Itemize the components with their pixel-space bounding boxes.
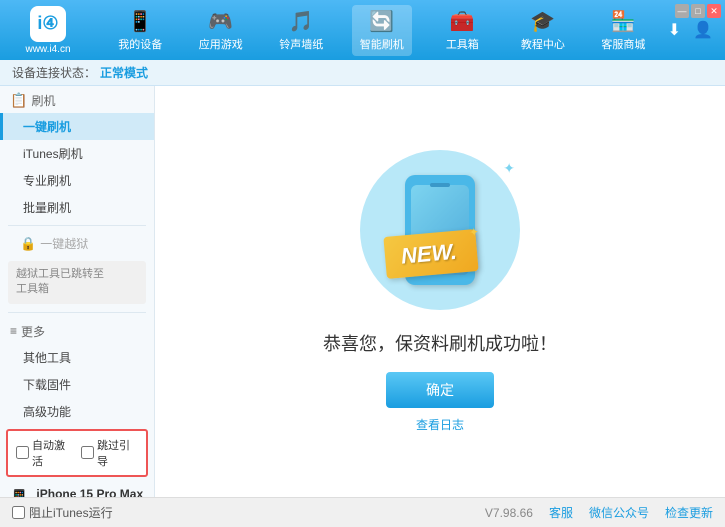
nav-my-device-label: 我的设备	[118, 36, 162, 52]
sub-header-prefix: 设备连接状态：	[12, 64, 96, 81]
flash-category-icon: 📋	[10, 92, 27, 109]
sidebar: 📋 刷机 一键刷机 iTunes刷机 专业刷机 批量刷机 🔒	[0, 86, 155, 497]
nav-toolbox-label: 工具箱	[446, 36, 479, 52]
nav-bar: 📱 我的设备 🎮 应用游戏 🎵 铃声墙纸 🔄 智能刷机 🧰 工具箱 🎓	[100, 5, 664, 56]
sub-header-mode: 正常模式	[100, 64, 148, 81]
more-category-icon: ≡	[10, 324, 17, 338]
close-button[interactable]: ✕	[707, 4, 721, 18]
device-name: iPhone 15 Pro Max	[36, 487, 143, 497]
confirm-button[interactable]: 确定	[386, 372, 494, 408]
sparkles-decoration: ✦	[503, 160, 515, 177]
service-icon: 🏪	[611, 9, 636, 34]
new-banner: NEW. ✦	[383, 229, 478, 279]
nav-tutorial[interactable]: 🎓 教程中心	[513, 5, 573, 56]
nav-app-games-label: 应用游戏	[199, 36, 243, 52]
new-stars-decoration: ✦	[468, 225, 479, 240]
guide-activate-label[interactable]: 跳过引导	[81, 437, 138, 469]
main-layout: 📋 刷机 一键刷机 iTunes刷机 专业刷机 批量刷机 🔒	[0, 86, 725, 497]
ringtone-icon: 🎵	[289, 9, 314, 34]
device-info: 📱 iPhone 15 Pro Max 512GB iPhone	[0, 481, 154, 497]
sidebar-download-fw[interactable]: 下载固件	[0, 371, 154, 398]
nav-ringtone[interactable]: 🎵 铃声墙纸	[271, 5, 331, 56]
logo-text: www.i4.cn	[25, 44, 70, 55]
auto-activate-checkbox[interactable]	[16, 446, 29, 459]
nav-service[interactable]: 🏪 客服商城	[593, 5, 653, 56]
itunes-check-label[interactable]: 阻止iTunes运行	[12, 504, 113, 521]
logo: i④ www.i4.cn	[8, 6, 88, 55]
device-phone-icon: 📱	[8, 489, 30, 497]
nav-service-label: 客服商城	[601, 36, 645, 52]
sidebar-batch-flash[interactable]: 批量刷机	[0, 194, 154, 221]
new-text: NEW.	[400, 239, 458, 269]
status-bar: 阻止iTunes运行 V7.98.66 客服 微信公众号 检查更新	[0, 497, 725, 527]
check-update-link[interactable]: 检查更新	[665, 504, 713, 521]
customer-service-link[interactable]: 客服	[549, 504, 573, 521]
nav-my-device[interactable]: 📱 我的设备	[110, 5, 170, 56]
device-text: iPhone 15 Pro Max 512GB iPhone	[36, 487, 143, 497]
smart-flash-icon: 🔄	[369, 9, 394, 34]
logo-icon: i④	[30, 6, 66, 42]
phone-circle: ✦ NEW. ✦	[360, 150, 520, 310]
more-category: ≡ 更多	[0, 317, 154, 344]
my-device-icon: 📱	[128, 9, 153, 34]
itunes-label: 阻止iTunes运行	[29, 504, 113, 521]
header-right: ⬇ 👤	[664, 16, 717, 44]
nav-ringtone-label: 铃声墙纸	[279, 36, 323, 52]
sidebar-jailbreak-disabled: 🔒 一键越狱	[0, 230, 154, 257]
content-area: ✦ NEW. ✦ 恭喜您，保资料刷机成功啦！	[155, 86, 725, 497]
phone-notch	[430, 183, 450, 187]
sidebar-notice: 越狱工具已跳转至工具箱	[8, 261, 146, 304]
success-message: 恭喜您，保资料刷机成功啦！	[323, 330, 557, 356]
sidebar-advanced[interactable]: 高级功能	[0, 398, 154, 425]
tutorial-icon: 🎓	[530, 9, 555, 34]
status-bar-right: V7.98.66 客服 微信公众号 检查更新	[485, 504, 713, 521]
view-log-link[interactable]: 查看日志	[416, 416, 464, 433]
header: i④ www.i4.cn 📱 我的设备 🎮 应用游戏 🎵 铃声墙纸 🔄 智能刷机…	[0, 0, 725, 60]
maximize-button[interactable]: □	[691, 4, 705, 18]
sidebar-one-key-flash[interactable]: 一键刷机	[0, 113, 154, 140]
auto-activate-row: 自动激活 跳过引导	[6, 429, 148, 477]
sidebar-divider-1	[8, 225, 146, 226]
version-label: V7.98.66	[485, 506, 533, 520]
auto-activate-label[interactable]: 自动激活	[16, 437, 73, 469]
sidebar-itunes-flash[interactable]: iTunes刷机	[0, 140, 154, 167]
nav-smart-flash-label: 智能刷机	[360, 36, 404, 52]
status-bar-left: 阻止iTunes运行	[12, 504, 469, 521]
toolbox-icon: 🧰	[450, 9, 475, 34]
nav-app-games[interactable]: 🎮 应用游戏	[191, 5, 251, 56]
guide-activate-checkbox[interactable]	[81, 446, 94, 459]
sidebar-divider-2	[8, 312, 146, 313]
nav-tutorial-label: 教程中心	[521, 36, 565, 52]
sidebar-pro-flash[interactable]: 专业刷机	[0, 167, 154, 194]
flash-category: 📋 刷机	[0, 86, 154, 113]
sidebar-bottom: 自动激活 跳过引导 📱 iPhone 15 Pro Max 512GB iPho…	[0, 425, 154, 497]
flash-section: 📋 刷机 一键刷机 iTunes刷机 专业刷机 批量刷机	[0, 86, 154, 221]
minimize-button[interactable]: —	[675, 4, 689, 18]
nav-smart-flash[interactable]: 🔄 智能刷机	[352, 5, 412, 56]
more-category-label: 更多	[21, 323, 45, 340]
itunes-checkbox[interactable]	[12, 506, 25, 519]
sub-header: 设备连接状态： 正常模式	[0, 60, 725, 86]
success-illustration: ✦ NEW. ✦	[360, 150, 520, 310]
user-icon[interactable]: 👤	[689, 16, 717, 44]
wechat-link[interactable]: 微信公众号	[589, 504, 649, 521]
nav-toolbox[interactable]: 🧰 工具箱	[432, 5, 492, 56]
sidebar-other-tools[interactable]: 其他工具	[0, 344, 154, 371]
app-games-icon: 🎮	[208, 9, 233, 34]
download-icon[interactable]: ⬇	[664, 16, 685, 44]
flash-category-label: 刷机	[31, 92, 55, 109]
window-controls: — □ ✕	[675, 4, 721, 18]
